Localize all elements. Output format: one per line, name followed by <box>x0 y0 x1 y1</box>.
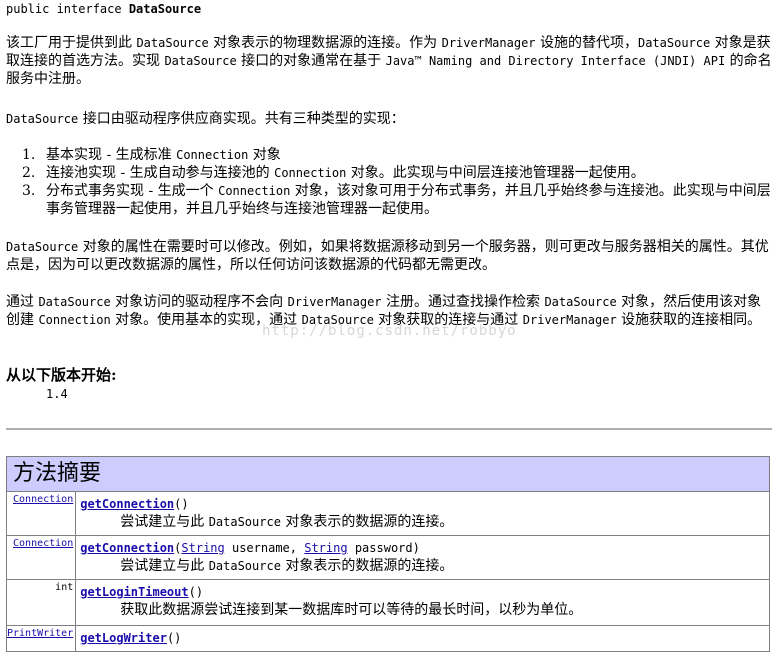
code: DataSource <box>6 240 79 254</box>
text: 连接池实现 - 生成自动参与连接池的 <box>46 165 275 181</box>
method-cell: getConnection() 尝试建立与此 DataSource 对象表示的数… <box>75 491 770 536</box>
text: 对象表示的物理数据源的连接。作为 <box>208 35 442 51</box>
return-type-cell: PrintWriter <box>5 625 77 652</box>
method-summary-title: 方法摘要 <box>6 456 770 492</box>
text: 对象表示的数据源的连接。 <box>280 514 454 530</box>
code: Connection <box>38 313 111 327</box>
code: DriverManager <box>441 36 536 50</box>
return-type-link[interactable]: PrintWriter <box>7 628 73 639</box>
return-type-link[interactable]: Connection <box>13 538 73 549</box>
since-label: 从以下版本开始: <box>6 366 117 384</box>
method-summary-table: 方法摘要 Connection getConnection() 尝试建立与此 D… <box>5 456 770 652</box>
interface-name: DataSource <box>128 2 202 16</box>
return-type-cell: int <box>5 579 77 626</box>
code: DataSource <box>637 36 711 50</box>
method-cell: getConnection(String username, String pa… <box>75 535 770 580</box>
code: DataSource <box>208 515 281 529</box>
table-row: Connection getConnection(String username… <box>5 535 770 580</box>
param-name: username, <box>224 541 305 555</box>
text: 注册。通过查找操作检索 <box>381 294 545 310</box>
method-link-getlogwriter[interactable]: getLogWriter <box>80 631 167 645</box>
code: DataSource <box>6 112 79 126</box>
text: 对象。此实现与中间层连接池管理器一起使用。 <box>346 165 645 181</box>
param-type-link[interactable]: String <box>181 541 224 555</box>
code: DataSource <box>38 295 111 309</box>
description-paragraph-1: 该工厂用于提供到此 DataSource 对象表示的物理数据源的连接。作为 Dr… <box>6 34 772 88</box>
method-description: 获取此数据源尝试连接到某一数据库时可以等待的最长时间，以秒为单位。 <box>120 602 583 618</box>
text: 接口由驱动程序供应商实现。共有三种类型的实现： <box>78 111 405 127</box>
table-row: Connection getConnection() 尝试建立与此 DataSo… <box>5 491 770 536</box>
interface-signature: public interface DataSource <box>6 0 201 18</box>
return-type: int <box>55 582 74 593</box>
code: DriverManager <box>522 313 617 327</box>
table-row: PrintWriter getLogWriter() <box>5 625 770 652</box>
text: 对象表示的数据源的连接。 <box>280 558 454 574</box>
text: 尝试建立与此 <box>120 558 209 574</box>
code: Connection <box>218 184 291 198</box>
return-type-cell: Connection <box>5 535 77 580</box>
text: 设施的替代项， <box>535 35 638 51</box>
method-description: 尝试建立与此 DataSource 对象表示的数据源的连接。 <box>80 513 765 531</box>
text: 该工厂用于提供到此 <box>6 35 137 51</box>
list-number: 1. <box>22 147 36 163</box>
sig-paren: ) <box>174 631 182 645</box>
text: 通过 <box>6 294 39 310</box>
sig-paren: ) <box>181 497 189 511</box>
text: 设施获取的连接相同。 <box>616 312 762 328</box>
list-item: 3. 分布式事务实现 - 生成一个 Connection 对象，该对象可用于分布式… <box>22 182 772 218</box>
list-number: 3. <box>22 183 36 199</box>
text: 对象的属性在需要时可以修改。例如，如果将数据源移动到另一个服务器，则可更改与服务… <box>6 239 769 273</box>
method-cell: getLoginTimeout() 获取此数据源尝试连接到某一数据库时可以等待的… <box>75 579 770 626</box>
text: 对象 <box>248 147 281 163</box>
code: DataSource <box>136 36 209 50</box>
list-item: 2. 连接池实现 - 生成自动参与连接池的 Connection 对象。此实现与中… <box>22 164 772 182</box>
return-type-link[interactable]: Connection <box>13 494 73 505</box>
sig-paren: ( <box>188 585 196 599</box>
method-link-getconnection-credentials[interactable]: getConnection <box>80 541 174 555</box>
implementation-list: 1. 基本实现 - 生成标准 Connection 对象 2. 连接池实现 - 生成… <box>22 146 772 218</box>
text: 分布式事务实现 - 生成一个 <box>46 183 219 199</box>
since-value: 1.4 <box>46 387 68 401</box>
method-link-getlogintimeout[interactable]: getLoginTimeout <box>80 585 188 599</box>
table-row: int getLoginTimeout() 获取此数据源尝试连接到某一数据库时可… <box>5 579 770 626</box>
param-type-link[interactable]: String <box>304 541 347 555</box>
text: 接口的对象通常在基于 <box>236 53 386 69</box>
sig-paren: ) <box>195 585 204 599</box>
code: Java™ Naming and Directory Interface (JN… <box>385 54 726 68</box>
method-cell: getLogWriter() <box>75 625 770 652</box>
description-paragraph-2: DataSource 接口由驱动程序供应商实现。共有三种类型的实现： <box>6 110 772 128</box>
param-name: password) <box>347 541 420 555</box>
description-paragraph-3: DataSource 对象的属性在需要时可以修改。例如，如果将数据源移动到另一个… <box>6 238 772 274</box>
code: DataSource <box>208 559 281 573</box>
signature-prefix: public interface <box>6 2 129 16</box>
watermark: http://blog.csdn.net/robbyo <box>262 323 517 339</box>
code: Connection <box>274 166 347 180</box>
code: Connection <box>176 148 249 162</box>
code: DataSource <box>544 295 617 309</box>
section-divider <box>6 428 772 430</box>
code: DataSource <box>164 54 237 68</box>
list-number: 2. <box>22 165 36 181</box>
method-link-getconnection[interactable]: getConnection <box>80 497 174 511</box>
text: 基本实现 - 生成标准 <box>46 147 177 163</box>
method-description: 尝试建立与此 DataSource 对象表示的数据源的连接。 <box>80 557 765 575</box>
text: 对象访问的驱动程序不会向 <box>110 294 288 310</box>
list-item: 1. 基本实现 - 生成标准 Connection 对象 <box>22 146 772 164</box>
return-type-cell: Connection <box>5 491 77 536</box>
code: DriverManager <box>287 295 382 309</box>
text: 尝试建立与此 <box>120 514 209 530</box>
